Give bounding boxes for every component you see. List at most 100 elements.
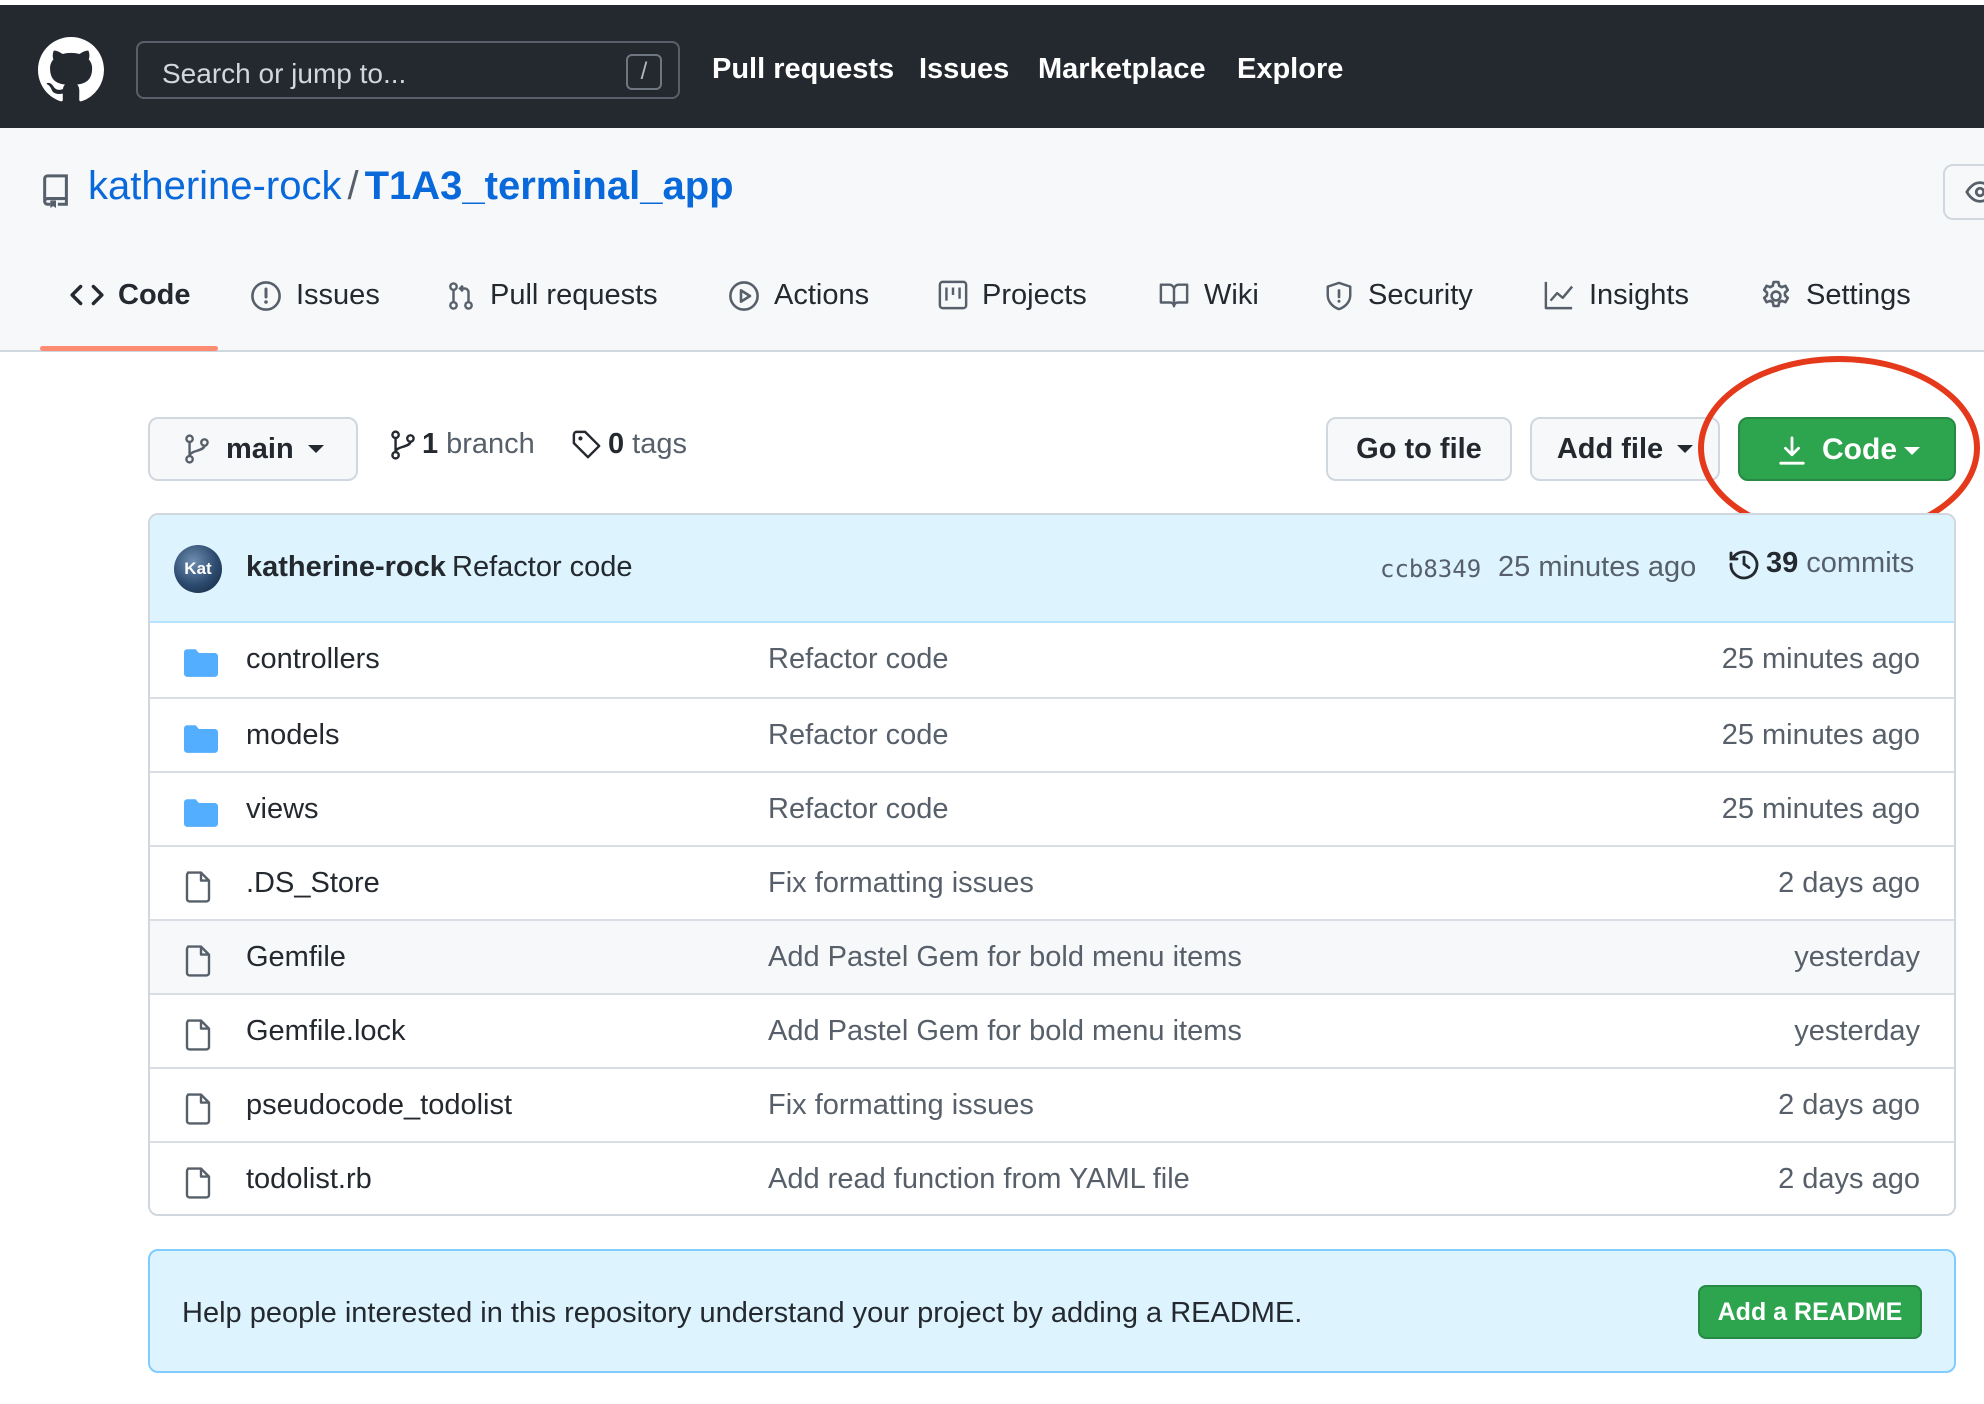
commit-history-link[interactable]: 39 commits <box>1728 547 1914 580</box>
folder-icon <box>184 799 218 832</box>
folder-icon <box>184 725 218 758</box>
file-name-link[interactable]: todolist.rb <box>246 1163 372 1196</box>
search-placeholder: Search or jump to... <box>162 58 407 89</box>
tags-link[interactable]: 0 tags <box>572 428 687 461</box>
file-row[interactable]: models Refactor code 25 minutes ago <box>150 697 1954 771</box>
graph-icon <box>1544 281 1574 310</box>
tab-security[interactable]: Security <box>1324 278 1473 350</box>
file-row[interactable]: controllers Refactor code 25 minutes ago <box>150 623 1954 697</box>
file-commit-message-link[interactable]: Add Pastel Gem for bold menu items <box>768 1015 1242 1048</box>
eye-icon <box>1965 181 1984 203</box>
commit-count-label: commits <box>1806 547 1915 579</box>
commit-sha-link[interactable]: ccb8349 <box>1380 555 1481 583</box>
tab-settings[interactable]: Settings <box>1760 278 1911 350</box>
go-to-file-button[interactable]: Go to file <box>1326 417 1512 481</box>
tab-actions[interactable]: Actions <box>728 278 869 350</box>
tab-issues[interactable]: Issues <box>250 278 380 350</box>
file-name-link[interactable]: views <box>246 793 319 826</box>
code-download-button[interactable]: Code <box>1738 417 1956 481</box>
commit-count: 39 <box>1766 547 1799 579</box>
tab-projects[interactable]: Projects <box>938 278 1087 350</box>
github-logo-icon[interactable] <box>38 37 104 103</box>
file-commit-message-link[interactable]: Refactor code <box>768 793 949 826</box>
search-input[interactable]: Search or jump to... / <box>136 41 680 99</box>
file-name-link[interactable]: models <box>246 719 340 752</box>
book-icon <box>1159 283 1189 308</box>
file-commit-message-link[interactable]: Refactor code <box>768 719 949 752</box>
file-age: 2 days ago <box>1778 1089 1920 1121</box>
file-row[interactable]: pseudocode_todolist Fix formatting issues… <box>150 1067 1954 1141</box>
tab-wiki[interactable]: Wiki <box>1158 278 1259 350</box>
topnav-issues[interactable]: Issues <box>919 53 1009 86</box>
branch-name: main <box>226 432 294 465</box>
file-name-link[interactable]: Gemfile <box>246 941 346 974</box>
tab-pull-requests-label: Pull requests <box>490 279 658 311</box>
repo-icon <box>43 174 68 208</box>
latest-commit-row: Kat katherine-rock Refactor code ccb8349… <box>150 515 1954 623</box>
play-icon <box>729 281 759 311</box>
tab-insights-label: Insights <box>1589 279 1689 311</box>
folder-icon <box>184 649 218 682</box>
readme-prompt-text: Help people interested in this repositor… <box>182 1297 1303 1329</box>
file-commit-message-link[interactable]: Add Pastel Gem for bold menu items <box>768 941 1242 974</box>
file-name-link[interactable]: pseudocode_todolist <box>246 1089 512 1122</box>
file-commit-message-link[interactable]: Add read function from YAML file <box>768 1163 1190 1196</box>
tag-label: tags <box>632 428 687 460</box>
search-shortcut-key: / <box>626 54 662 90</box>
file-commit-message-link[interactable]: Fix formatting issues <box>768 1089 1034 1122</box>
file-age: yesterday <box>1794 941 1920 973</box>
add-file-label: Add file <box>1556 432 1664 465</box>
topnav-marketplace[interactable]: Marketplace <box>1038 53 1206 86</box>
file-commit-message-link[interactable]: Fix formatting issues <box>768 867 1034 900</box>
tab-insights[interactable]: Insights <box>1543 278 1689 350</box>
code-icon <box>70 284 104 306</box>
file-row[interactable]: .DS_Store Fix formatting issues 2 days ago <box>150 845 1954 919</box>
chevron-down-icon <box>307 445 324 453</box>
repo-name-link[interactable]: T1A3_terminal_app <box>365 164 734 208</box>
download-icon <box>1779 436 1805 465</box>
tab-projects-label: Projects <box>982 279 1087 311</box>
tab-settings-label: Settings <box>1806 279 1911 311</box>
file-age: 2 days ago <box>1778 1163 1920 1195</box>
file-row[interactable]: Gemfile.lock Add Pastel Gem for bold menu… <box>150 993 1954 1067</box>
commit-author-link[interactable]: katherine-rock <box>246 551 446 584</box>
chevron-down-icon <box>1904 447 1920 455</box>
repo-owner-link[interactable]: katherine-rock <box>88 164 341 208</box>
file-name-link[interactable]: controllers <box>246 643 380 676</box>
project-icon <box>938 280 968 310</box>
topnav-explore[interactable]: Explore <box>1237 53 1343 86</box>
file-name-link[interactable]: .DS_Store <box>246 867 380 900</box>
file-age: yesterday <box>1794 1015 1920 1047</box>
code-button-label: Code <box>1822 433 1897 466</box>
tag-count: 0 <box>608 428 625 460</box>
file-row[interactable]: views Refactor code 25 minutes ago <box>150 771 1954 845</box>
file-name-link[interactable]: Gemfile.lock <box>246 1015 406 1048</box>
branch-selector-button[interactable]: main <box>148 417 358 481</box>
tab-pull-requests[interactable]: Pull requests <box>446 278 658 350</box>
topnav-pull-requests[interactable]: Pull requests <box>712 53 894 86</box>
tag-icon <box>572 430 601 458</box>
git-branch-icon <box>185 434 209 464</box>
shield-icon <box>1326 281 1352 311</box>
file-icon <box>184 1019 212 1056</box>
pull-request-icon <box>449 282 473 310</box>
file-row[interactable]: todolist.rb Add read function from YAML f… <box>150 1141 1954 1214</box>
file-list: Kat katherine-rock Refactor code ccb8349… <box>148 513 1956 1216</box>
file-row[interactable]: Gemfile Add Pastel Gem for bold menu item… <box>150 919 1954 993</box>
repo-title-separator: / <box>347 164 359 208</box>
file-icon <box>184 871 212 908</box>
watch-button[interactable] <box>1943 164 1984 220</box>
file-age: 25 minutes ago <box>1721 793 1920 825</box>
issue-icon <box>251 281 281 311</box>
commit-time: 25 minutes ago <box>1498 551 1697 583</box>
branch-label: branch <box>446 428 535 460</box>
tab-code[interactable]: Code <box>70 278 191 350</box>
branches-link[interactable]: 1 branch <box>390 428 535 461</box>
tab-code-label: Code <box>118 279 191 311</box>
avatar[interactable]: Kat <box>174 545 222 593</box>
add-file-button[interactable]: Add file <box>1530 417 1720 481</box>
file-commit-message-link[interactable]: Refactor code <box>768 643 949 676</box>
add-readme-button[interactable]: Add a README <box>1698 1285 1922 1339</box>
commit-message-link[interactable]: Refactor code <box>452 551 633 584</box>
gear-icon <box>1762 280 1790 308</box>
